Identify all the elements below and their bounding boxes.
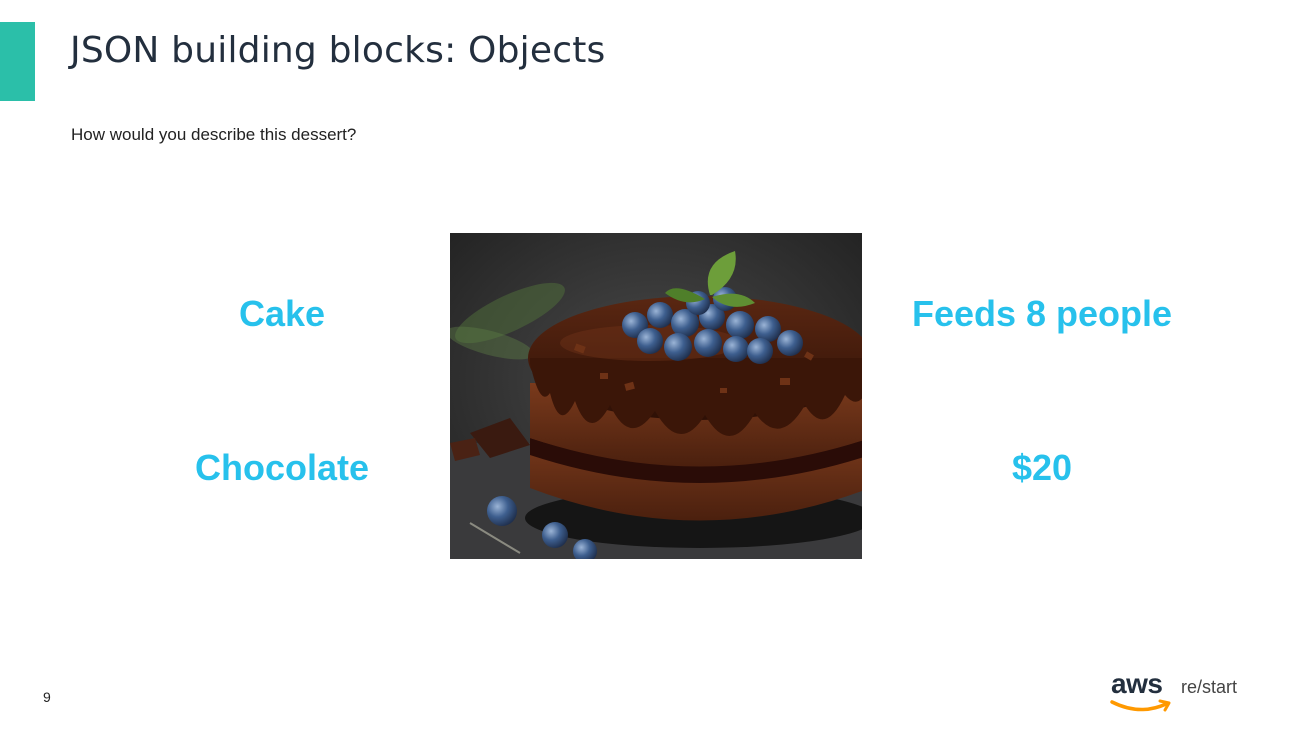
aws-logo-text: aws [1111,668,1163,699]
attribute-flavor: Chocolate [194,447,370,488]
attribute-price: $20 [1011,447,1073,488]
slide-title: JSON building blocks: Objects [70,30,606,71]
restart-logo-text: re/start [1181,677,1238,697]
aws-restart-logo: aws re/start [1108,668,1258,718]
slide: JSON building blocks: Objects How would … [0,0,1310,733]
chocolate-cake-photo [450,233,862,559]
accent-bar [0,22,35,101]
attribute-servings: Feeds 8 people [911,293,1173,334]
aws-smile-icon [1110,699,1171,712]
attribute-type: Cake [238,293,326,334]
page-number: 9 [43,689,51,705]
slide-subtitle: How would you describe this dessert? [71,125,357,144]
